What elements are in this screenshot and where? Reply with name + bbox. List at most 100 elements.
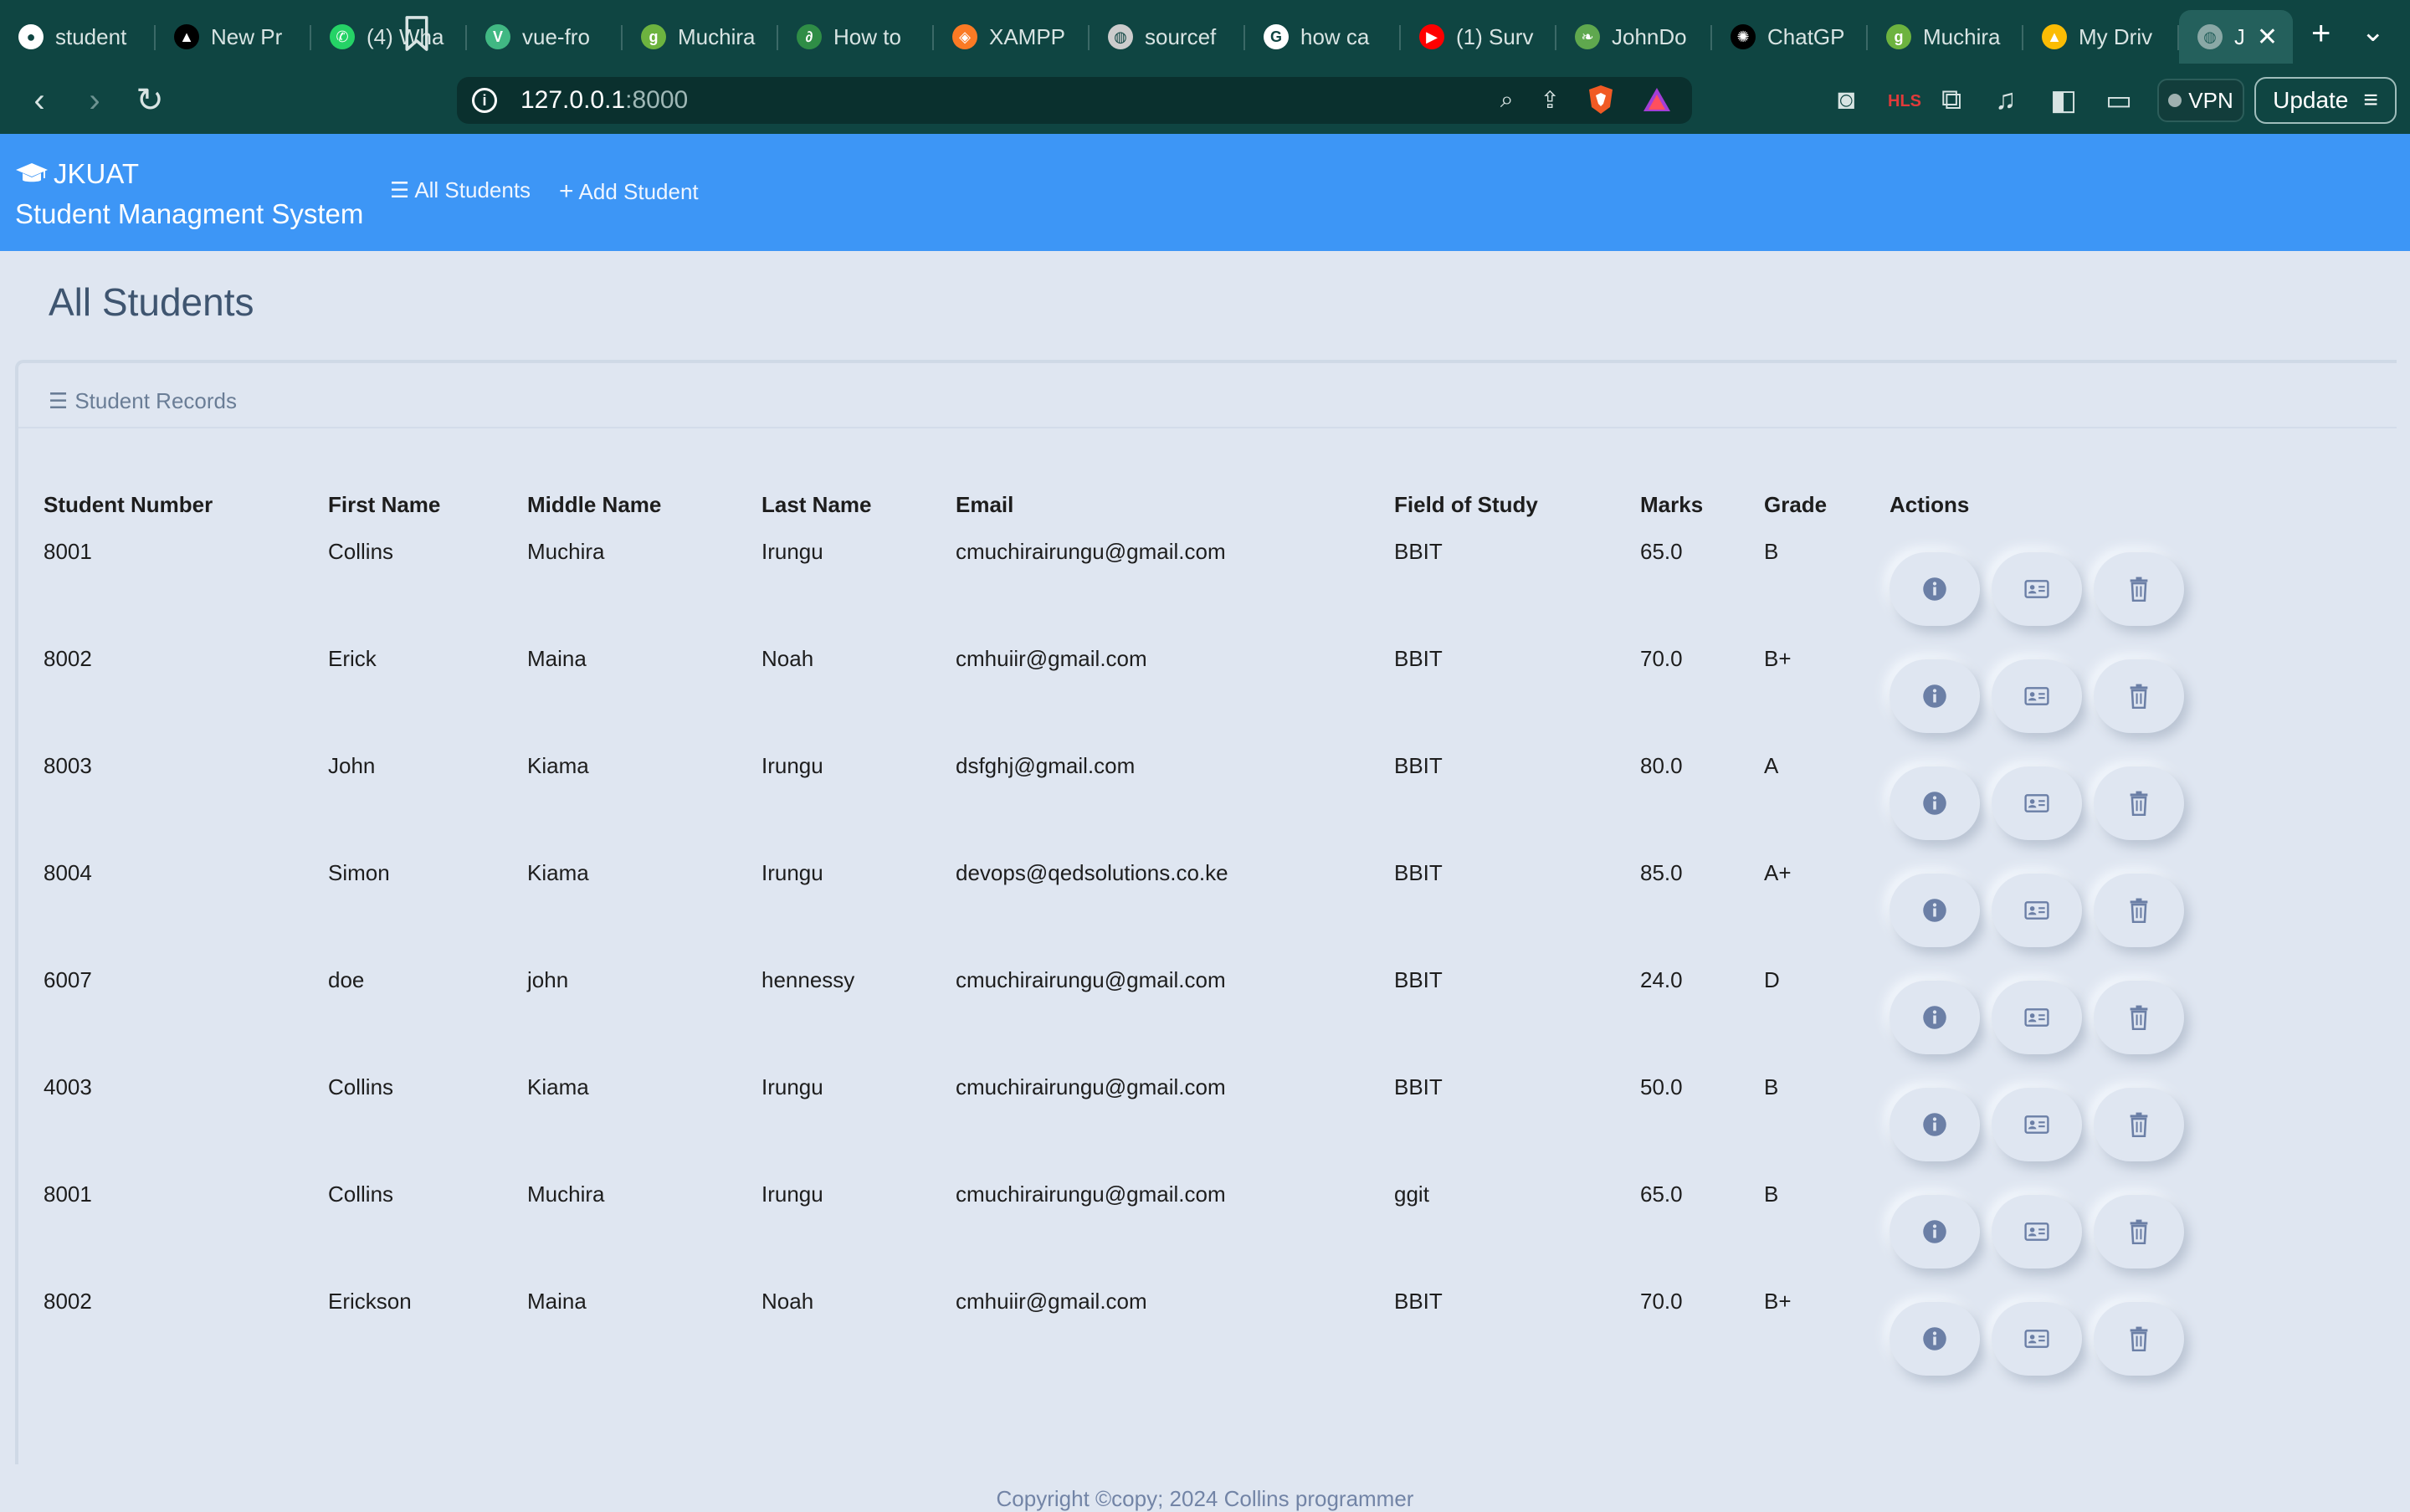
edit-student-button[interactable] bbox=[1992, 766, 2082, 840]
tab-6[interactable]: ◈ XAMPP bbox=[934, 10, 1090, 64]
brand[interactable]: JKUAT Student Managment System bbox=[15, 154, 363, 234]
col-marks: Marks bbox=[1640, 491, 1704, 517]
zoom-icon[interactable]: ⌕ bbox=[1500, 86, 1514, 114]
tab-1[interactable]: ▲ New Pr bbox=[156, 10, 311, 64]
view-details-button[interactable] bbox=[1890, 874, 1980, 947]
chevron-down-icon[interactable]: ⌄ bbox=[2361, 15, 2386, 49]
list-icon: ☰ bbox=[390, 177, 410, 202]
graduation-cap-icon bbox=[16, 163, 48, 182]
cell-email: dsfghj@gmail.com bbox=[956, 753, 1136, 778]
cell-last-name: Irungu bbox=[761, 539, 823, 564]
cell-email: cmhuiir@gmail.com bbox=[956, 1289, 1147, 1314]
cell-student-number: 8004 bbox=[44, 860, 92, 885]
row-actions bbox=[1890, 552, 2207, 626]
delete-student-button[interactable] bbox=[2094, 981, 2184, 1054]
edit-student-button[interactable] bbox=[1992, 874, 2082, 947]
edit-student-button[interactable] bbox=[1992, 1088, 2082, 1161]
tab-title: My Driv bbox=[2079, 23, 2153, 49]
menu-icon: ≡ bbox=[2363, 86, 2378, 114]
view-details-button[interactable] bbox=[1890, 766, 1980, 840]
bookmark-icon[interactable] bbox=[402, 15, 432, 52]
tab-2[interactable]: ✆ (4) Wha bbox=[311, 10, 467, 64]
nav-add-student[interactable]: + Add Student bbox=[559, 177, 699, 206]
cell-marks: 65.0 bbox=[1640, 1181, 1683, 1207]
brave-shields-icon[interactable] bbox=[1587, 84, 1615, 115]
cell-last-name: Noah bbox=[761, 1289, 814, 1314]
tab-10[interactable]: ❧ JohnDo bbox=[1556, 10, 1712, 64]
tab-8[interactable]: Ghow ca bbox=[1245, 10, 1401, 64]
delete-student-button[interactable] bbox=[2094, 1195, 2184, 1269]
id-card-icon bbox=[2024, 1112, 2049, 1137]
delete-student-button[interactable] bbox=[2094, 766, 2184, 840]
tab-11[interactable]: ✺ ChatGP bbox=[1712, 10, 1868, 64]
info-icon bbox=[1922, 1219, 1947, 1244]
view-details-button[interactable] bbox=[1890, 981, 1980, 1054]
update-button[interactable]: Update ≡ bbox=[2254, 77, 2397, 124]
address-bar[interactable]: i 127.0.0.1:8000 ⌕ ⇪ bbox=[457, 77, 1692, 124]
cell-email: cmuchirairungu@gmail.com bbox=[956, 1074, 1226, 1099]
view-details-button[interactable] bbox=[1890, 1195, 1980, 1269]
cell-field-of-study: BBIT bbox=[1394, 753, 1443, 778]
cell-actions bbox=[1890, 634, 2207, 741]
extensions-puzzle-icon[interactable]: ⧉ bbox=[1941, 84, 1961, 116]
info-icon bbox=[1922, 1326, 1947, 1351]
cell-middle-name: Kiama bbox=[527, 1074, 589, 1099]
tab-title: JKU bbox=[2234, 23, 2245, 49]
sidebar-toggle-icon[interactable]: ◧ bbox=[2050, 84, 2077, 117]
share-icon[interactable]: ⇪ bbox=[1541, 86, 1560, 114]
delete-student-button[interactable] bbox=[2094, 552, 2184, 626]
row-actions bbox=[1890, 659, 2207, 733]
table-row: 8002 Erickson Maina Noah cmhuiir@gmail.com BB… bbox=[44, 1277, 2207, 1384]
extension-robot-icon[interactable]: ◙ bbox=[1838, 84, 1855, 116]
nav-all-students[interactable]: ☰ All Students bbox=[390, 177, 531, 203]
view-details-button[interactable] bbox=[1890, 1088, 1980, 1161]
students-table-body: 8001 Collins Muchira Irungu cmuchirairungu@g… bbox=[44, 527, 2207, 1384]
edit-student-button[interactable] bbox=[1992, 1195, 2082, 1269]
tab-13[interactable]: ▲ My Driv bbox=[2023, 10, 2179, 64]
table-row: 8002 Erick Maina Noah cmhuiir@gmail.com BBIT 7… bbox=[44, 634, 2207, 741]
tab-0[interactable]: ● student bbox=[0, 10, 156, 64]
tab-12[interactable]: g Muchira bbox=[1868, 10, 2023, 64]
tab-active[interactable]: ◍ JKU ✕ bbox=[2179, 10, 2293, 64]
tab-5[interactable]: ∂ How to bbox=[778, 10, 934, 64]
edit-student-button[interactable] bbox=[1992, 552, 2082, 626]
view-details-button[interactable] bbox=[1890, 659, 1980, 733]
cell-grade: B bbox=[1764, 1074, 1779, 1099]
edit-student-button[interactable] bbox=[1992, 1302, 2082, 1376]
tab-9[interactable]: ▶ (1) Surv bbox=[1401, 10, 1556, 64]
back-button[interactable]: ‹ bbox=[12, 82, 67, 120]
delete-student-button[interactable] bbox=[2094, 1088, 2184, 1161]
view-details-button[interactable] bbox=[1890, 1302, 1980, 1376]
tab-title: How to bbox=[833, 23, 901, 49]
tab-4[interactable]: g Muchira bbox=[623, 10, 778, 64]
row-actions bbox=[1890, 1302, 2207, 1376]
wallet-icon[interactable]: ▭ bbox=[2105, 84, 2132, 117]
new-tab-button[interactable]: + bbox=[2311, 15, 2331, 53]
delete-student-button[interactable] bbox=[2094, 659, 2184, 733]
col-actions: Actions bbox=[1890, 491, 1970, 517]
trash-icon bbox=[2126, 684, 2151, 709]
info-icon bbox=[1922, 1005, 1947, 1030]
tab-title: Muchira bbox=[1923, 23, 2001, 49]
brave-rewards-icon[interactable] bbox=[1642, 86, 1672, 113]
forward-button[interactable]: › bbox=[67, 82, 122, 120]
delete-student-button[interactable] bbox=[2094, 1302, 2184, 1376]
tab-3[interactable]: Vvue-fro bbox=[467, 10, 623, 64]
tab-7[interactable]: ◍ sourcef bbox=[1090, 10, 1245, 64]
view-details-button[interactable] bbox=[1890, 552, 1980, 626]
edit-student-button[interactable] bbox=[1992, 981, 2082, 1054]
vpn-status-dot bbox=[2168, 94, 2182, 107]
cell-marks: 85.0 bbox=[1640, 860, 1683, 885]
close-tab-icon[interactable]: ✕ bbox=[2257, 23, 2278, 52]
vpn-button[interactable]: VPN bbox=[2157, 79, 2244, 122]
cell-email: cmuchirairungu@gmail.com bbox=[956, 967, 1226, 992]
delete-student-button[interactable] bbox=[2094, 874, 2184, 947]
music-note-icon[interactable]: ♫ bbox=[1995, 84, 2017, 116]
reload-button[interactable]: ↻ bbox=[122, 81, 177, 120]
hls-extension-icon[interactable]: HLS bbox=[1888, 92, 1921, 111]
card-header: ☰ Student Records bbox=[49, 388, 237, 414]
cell-student-number: 8002 bbox=[44, 646, 92, 671]
edit-student-button[interactable] bbox=[1992, 659, 2082, 733]
site-info-icon[interactable]: i bbox=[472, 88, 497, 113]
url-text[interactable]: 127.0.0.1:8000 bbox=[520, 86, 688, 115]
